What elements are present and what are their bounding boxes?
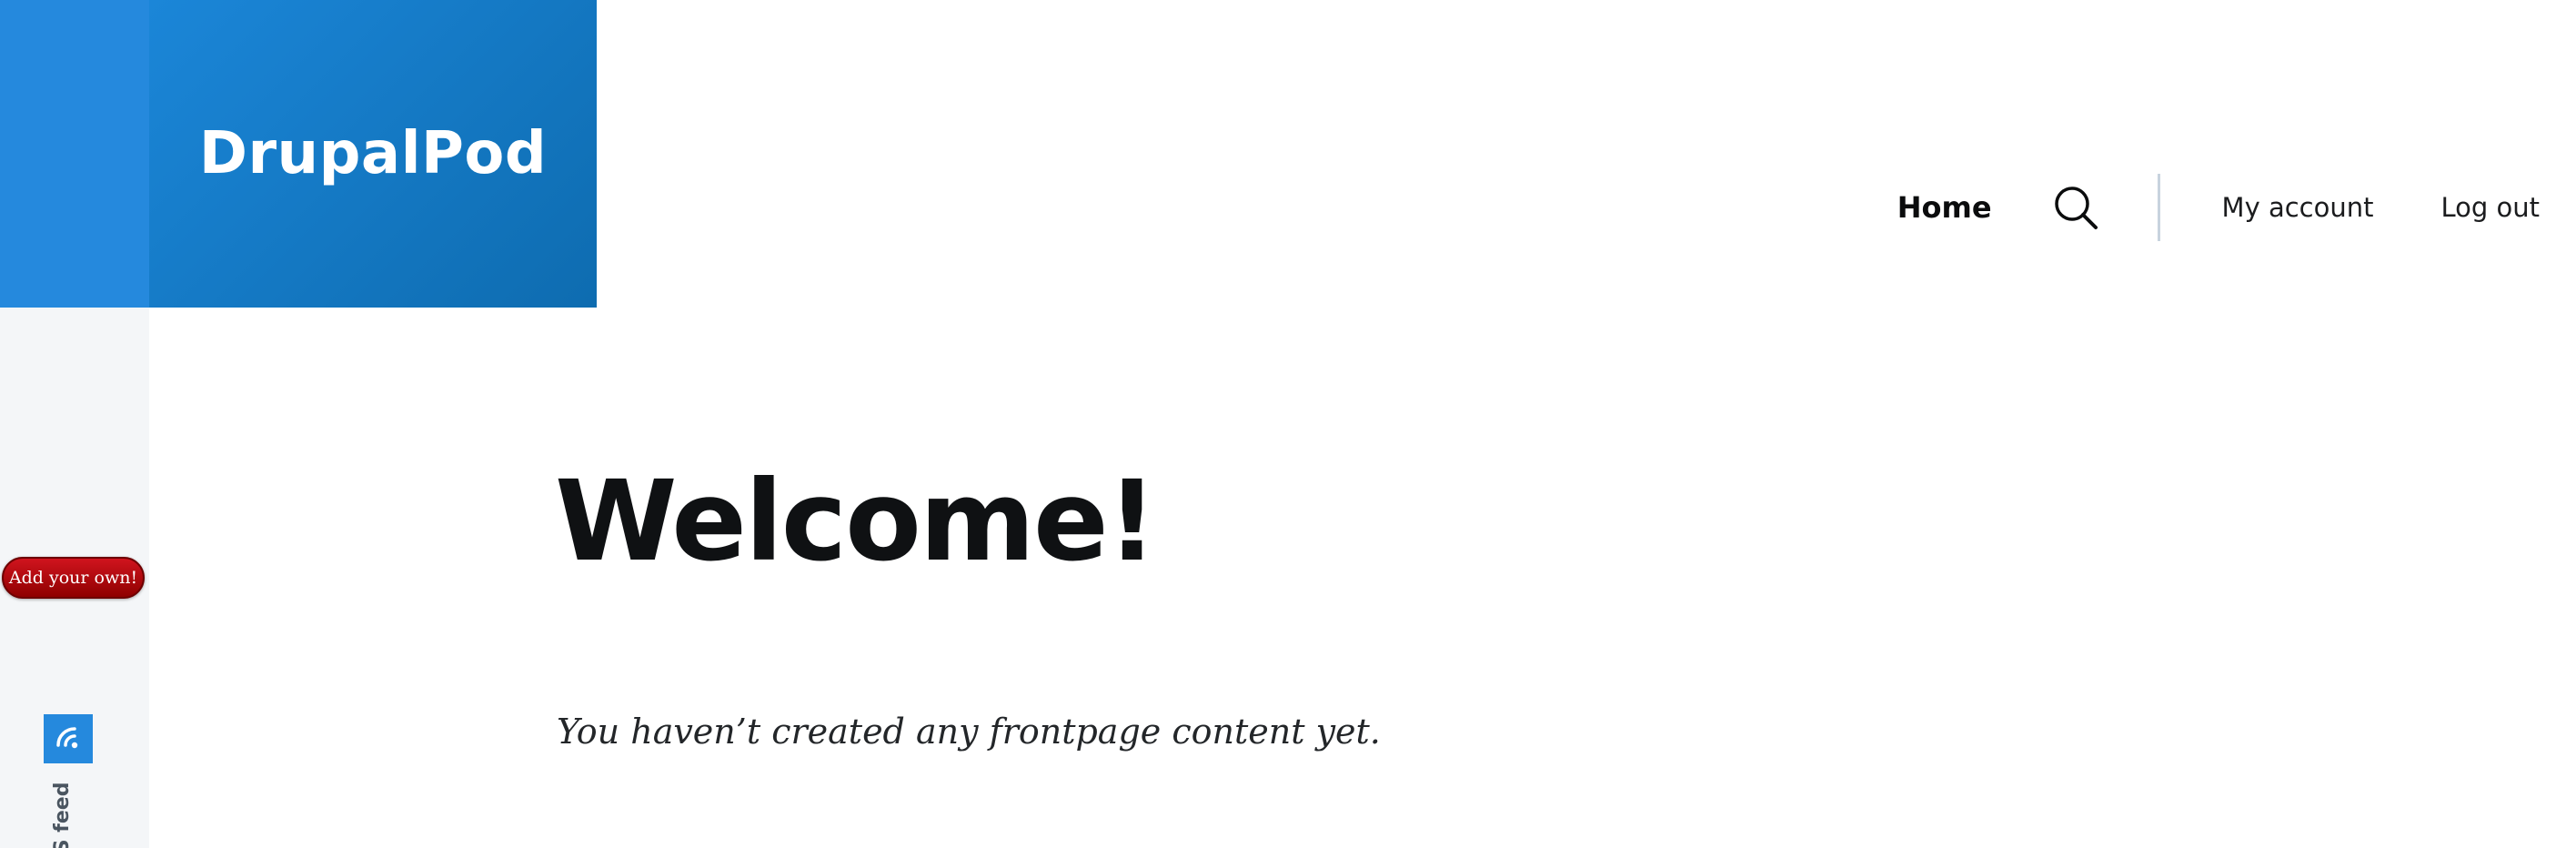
page-title: Welcome! (555, 457, 1157, 586)
search-icon[interactable] (2052, 184, 2099, 231)
my-account-link[interactable]: My account (2222, 192, 2374, 223)
log-out-link[interactable]: Log out (2440, 192, 2540, 223)
rss-icon[interactable] (44, 714, 93, 763)
sidebar-header-block (0, 0, 149, 308)
nav-home-link[interactable]: Home (1897, 190, 1992, 225)
empty-frontpage-message: You haven’t created any frontpage conten… (557, 712, 1381, 752)
add-your-own-button[interactable]: Add your own! (2, 557, 145, 599)
site-branding[interactable]: DrupalPod (149, 0, 597, 308)
nav-divider (2157, 174, 2160, 241)
rss-feed-label[interactable]: RSS feed (51, 782, 74, 848)
main-navigation: Home My account Log out (1897, 173, 2540, 242)
site-name: DrupalPod (198, 120, 548, 187)
